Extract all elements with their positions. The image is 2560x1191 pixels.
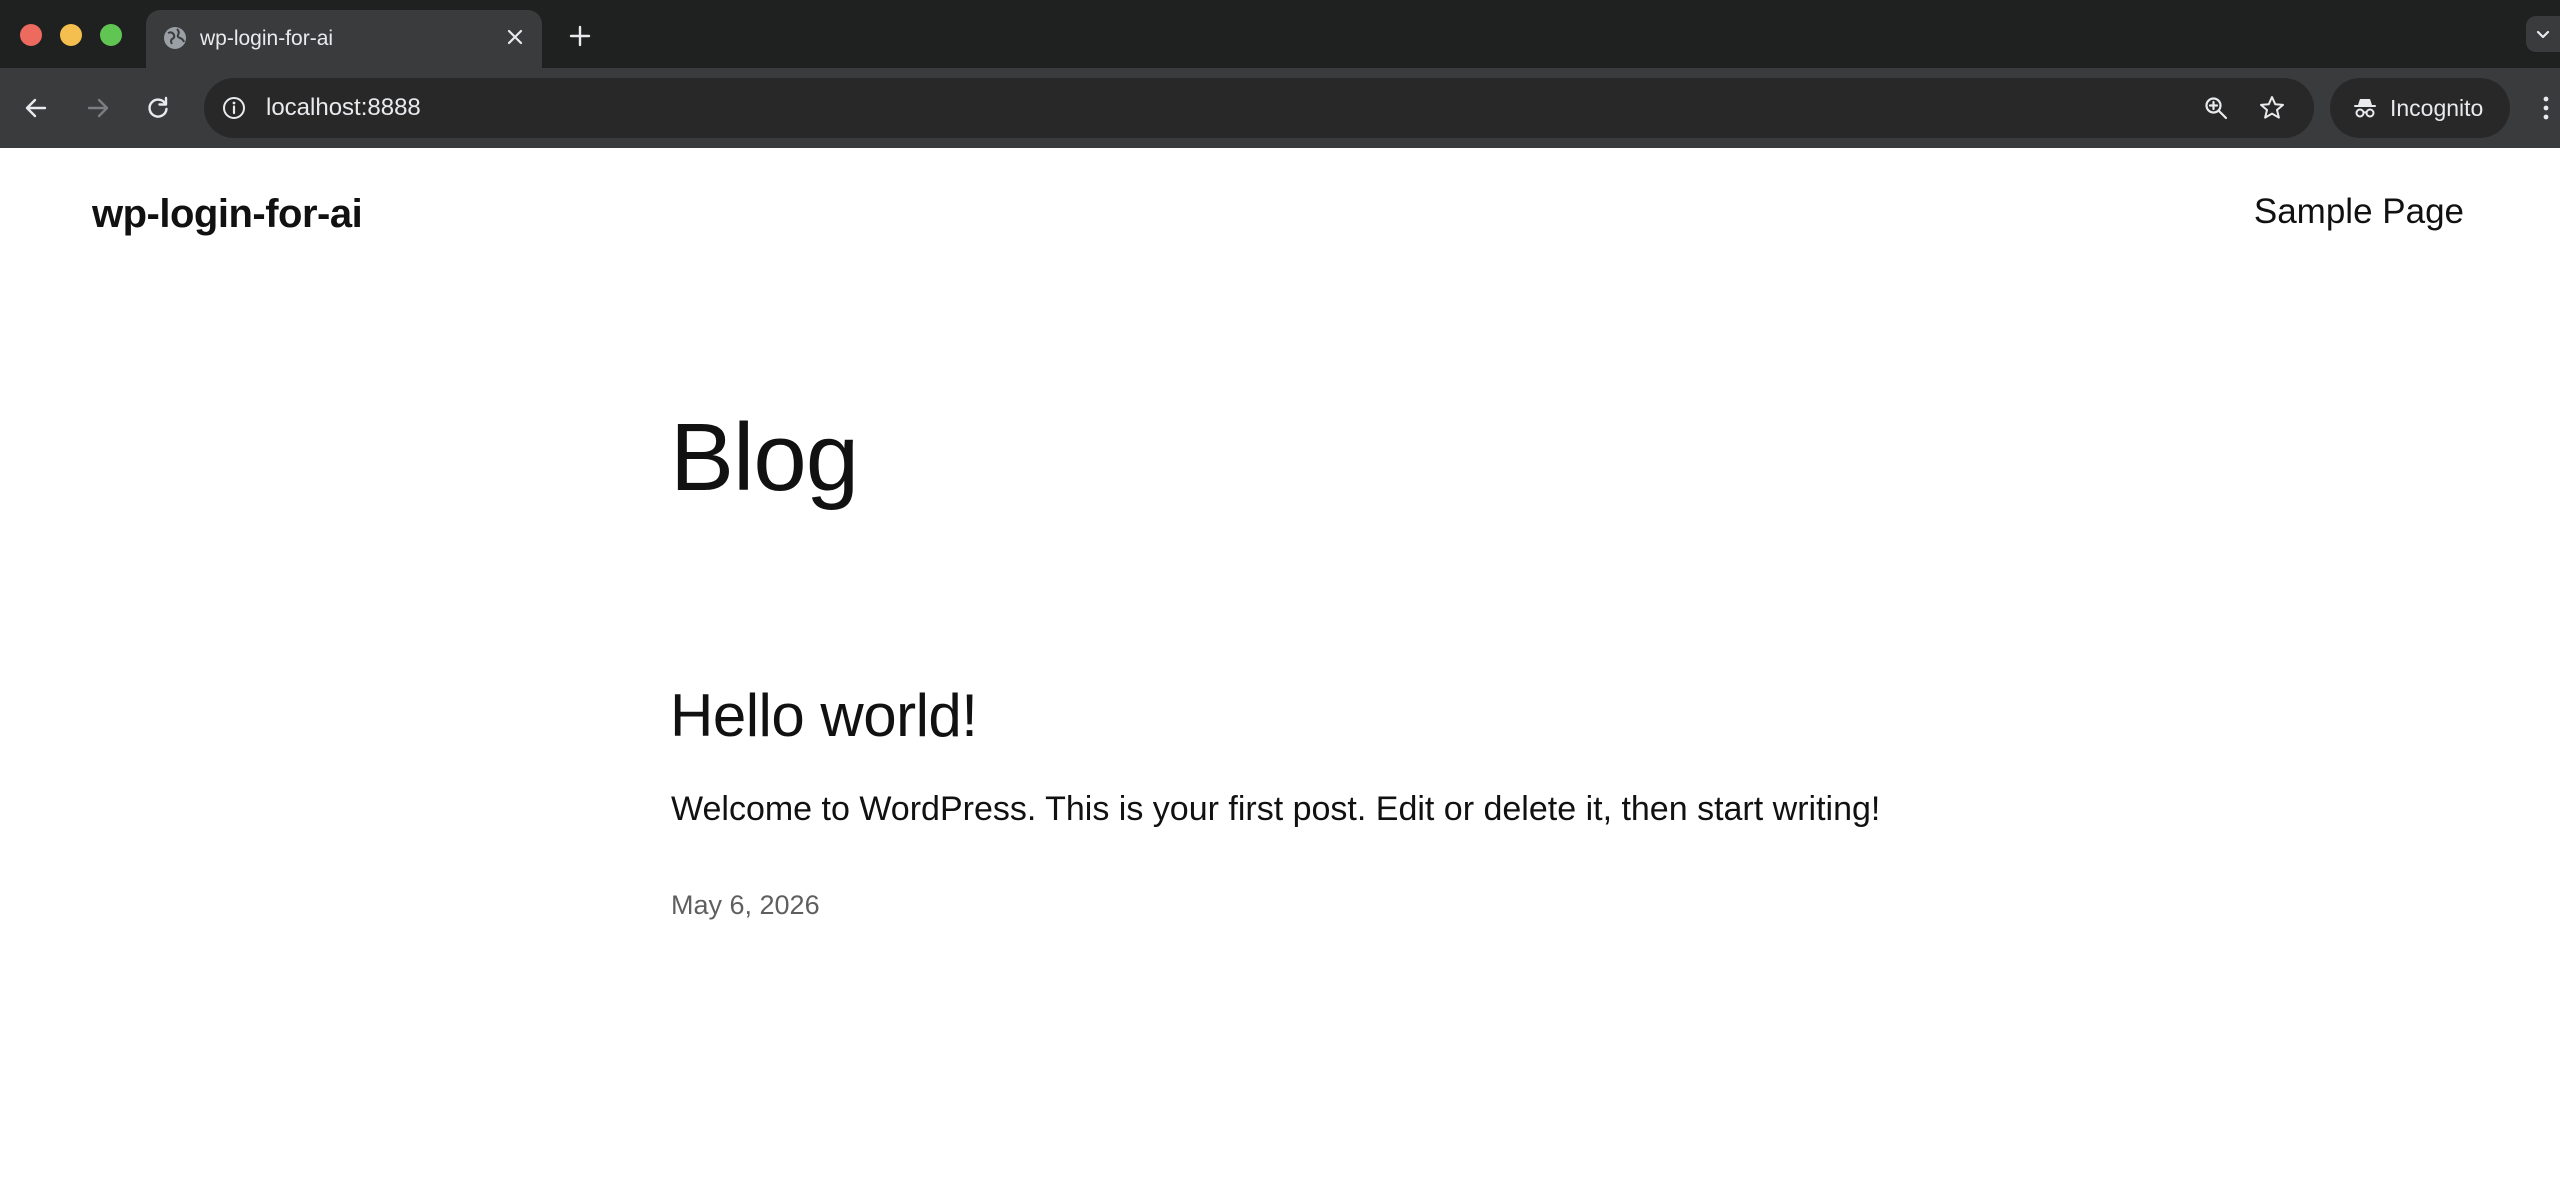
- page-title: Blog: [670, 404, 859, 511]
- incognito-profile-button[interactable]: Incognito: [2330, 78, 2510, 138]
- minimize-window-button[interactable]: [60, 24, 82, 46]
- zoom-icon[interactable]: [2198, 90, 2234, 126]
- nav-link-sample-page[interactable]: Sample Page: [2254, 192, 2464, 232]
- reload-icon[interactable]: [136, 86, 180, 130]
- plus-icon[interactable]: [562, 18, 598, 54]
- site-title-link[interactable]: wp-login-for-ai: [92, 192, 363, 237]
- globe-icon: [160, 23, 190, 53]
- close-window-button[interactable]: [20, 24, 42, 46]
- browser-tab[interactable]: wp-login-for-ai: [146, 10, 542, 68]
- browser-toolbar: localhost:8888 Incognito: [0, 68, 2560, 148]
- post-title-link[interactable]: Hello world!: [670, 686, 978, 746]
- post-excerpt: Welcome to WordPress. This is your first…: [671, 790, 1881, 828]
- url-text[interactable]: localhost:8888: [266, 78, 421, 138]
- profile-label: Incognito: [2390, 94, 2484, 121]
- web-page: wp-login-for-ai Sample Page Blog Hello w…: [0, 148, 2560, 1191]
- forward-arrow-icon[interactable]: [76, 86, 120, 130]
- tab-strip: wp-login-for-ai: [0, 0, 2560, 68]
- incognito-icon: [2352, 95, 2378, 121]
- star-icon[interactable]: [2254, 90, 2290, 126]
- info-icon[interactable]: [216, 90, 252, 126]
- back-arrow-icon[interactable]: [14, 86, 58, 130]
- browser-chrome: wp-login-for-ai localhost:8888 Incognito: [0, 0, 2560, 148]
- maximize-window-button[interactable]: [100, 24, 122, 46]
- tab-title: wp-login-for-ai: [200, 27, 334, 50]
- kebab-menu-icon[interactable]: [2532, 86, 2560, 130]
- address-bar[interactable]: localhost:8888: [204, 78, 2314, 138]
- chevron-down-icon[interactable]: [2526, 16, 2560, 52]
- post-date: May 6, 2026: [671, 890, 820, 920]
- close-icon[interactable]: [500, 22, 530, 52]
